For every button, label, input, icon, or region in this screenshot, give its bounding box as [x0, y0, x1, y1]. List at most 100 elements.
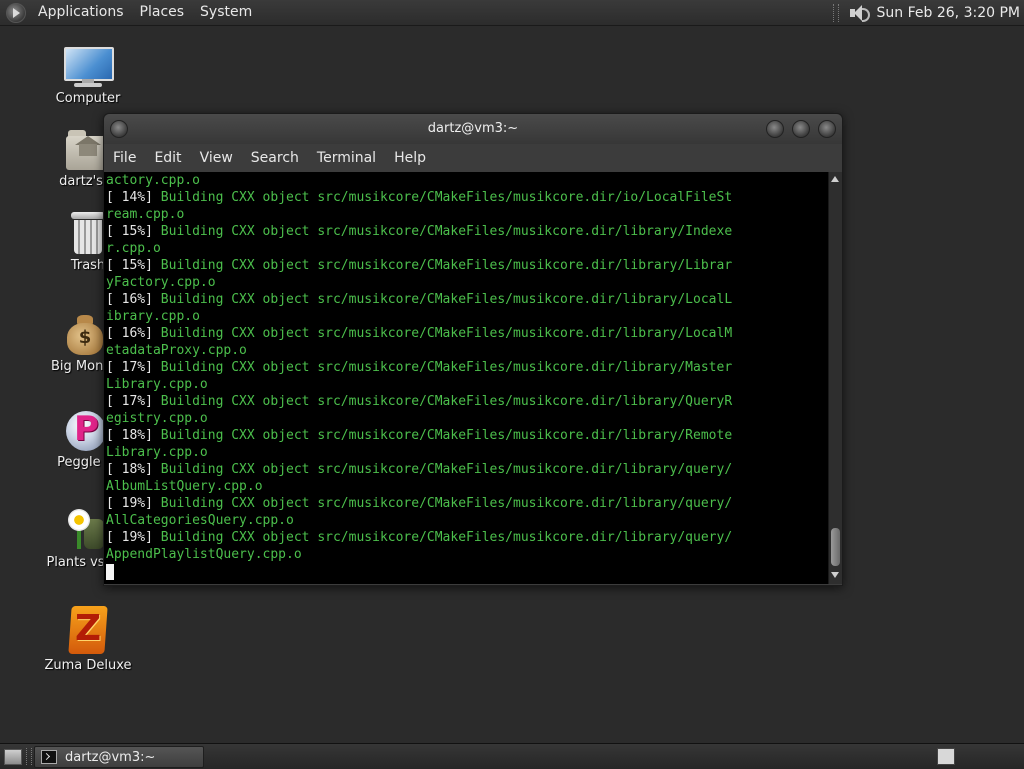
terminal-line: [ 19%] Building CXX object src/musikcore… — [106, 495, 732, 512]
terminal-line: egistry.cpp.o — [106, 410, 732, 427]
menu-search[interactable]: Search — [242, 144, 308, 172]
panel-handle — [832, 3, 839, 22]
terminal-output: actory.cpp.o[ 14%] Building CXX object s… — [106, 172, 732, 563]
terminal-line: AllCategoriesQuery.cpp.o — [106, 512, 732, 529]
panel-handle — [26, 748, 32, 765]
terminal-line-text: AppendPlaylistQuery.cpp.o — [106, 547, 302, 562]
computer-icon — [64, 47, 114, 87]
terminal-line: AppendPlaylistQuery.cpp.o — [106, 546, 732, 563]
terminal-line-text: ibrary.cpp.o — [106, 309, 200, 324]
terminal-line: [ 16%] Building CXX object src/musikcore… — [106, 325, 732, 342]
terminal-line: [ 15%] Building CXX object src/musikcore… — [106, 257, 732, 274]
terminal-line: r.cpp.o — [106, 240, 732, 257]
desktop-icon-label: Zuma Deluxe — [44, 658, 132, 673]
terminal-line: actory.cpp.o — [106, 172, 732, 189]
terminal-line: yFactory.cpp.o — [106, 274, 732, 291]
terminal-line-text: Building CXX object src/musikcore/CMakeF… — [152, 224, 733, 239]
build-progress-percent: [ 17%] — [106, 394, 153, 409]
menu-help[interactable]: Help — [385, 144, 435, 172]
desktop-icon-label: Computer — [55, 91, 121, 106]
terminal-menubar: File Edit View Search Terminal Help — [104, 144, 842, 172]
terminal-line: ream.cpp.o — [106, 206, 732, 223]
window-titlebar[interactable]: dartz@vm3:~ — [104, 114, 842, 144]
menu-view[interactable]: View — [191, 144, 242, 172]
terminal-line: [ 16%] Building CXX object src/musikcore… — [106, 291, 732, 308]
terminal-line-text: Building CXX object src/musikcore/CMakeF… — [152, 496, 733, 511]
workspace-switcher[interactable] — [937, 748, 955, 765]
terminal-icon — [41, 750, 57, 764]
terminal-line: ibrary.cpp.o — [106, 308, 732, 325]
scroll-down-arrow-icon[interactable] — [831, 572, 839, 578]
bottom-panel: dartz@vm3:~ — [0, 743, 1024, 769]
maximize-button[interactable] — [792, 120, 810, 138]
build-progress-percent: [ 16%] — [106, 326, 153, 341]
desktop-icon-zuma[interactable]: Z Zuma Deluxe — [38, 606, 138, 673]
build-progress-percent: [ 18%] — [106, 428, 153, 443]
terminal-line-text: Building CXX object src/musikcore/CMakeF… — [152, 258, 733, 273]
terminal-line-text: Building CXX object src/musikcore/CMakeF… — [152, 360, 733, 375]
terminal-line-text: actory.cpp.o — [106, 173, 200, 188]
terminal-line: Library.cpp.o — [106, 444, 732, 461]
build-progress-percent: [ 18%] — [106, 462, 153, 477]
taskbar-item-label: dartz@vm3:~ — [65, 749, 156, 765]
money-bag-icon: $ — [65, 313, 105, 355]
terminal-line: AlbumListQuery.cpp.o — [106, 478, 732, 495]
build-progress-percent: [ 15%] — [106, 224, 153, 239]
close-button[interactable] — [818, 120, 836, 138]
build-progress-percent: [ 15%] — [106, 258, 153, 273]
terminal-line: [ 18%] Building CXX object src/musikcore… — [106, 427, 732, 444]
plants-vs-zombies-icon — [66, 507, 106, 551]
terminal-line-text: etadataProxy.cpp.o — [106, 343, 247, 358]
terminal-line: [ 17%] Building CXX object src/musikcore… — [106, 393, 732, 410]
terminal-cursor — [106, 564, 114, 580]
menu-terminal[interactable]: Terminal — [308, 144, 385, 172]
terminal-line: [ 18%] Building CXX object src/musikcore… — [106, 461, 732, 478]
terminal-line: etadataProxy.cpp.o — [106, 342, 732, 359]
build-progress-percent: [ 16%] — [106, 292, 153, 307]
build-progress-percent: [ 19%] — [106, 496, 153, 511]
clock[interactable]: Sun Feb 26, 3:20 PM — [877, 5, 1024, 21]
terminal-line: [ 17%] Building CXX object src/musikcore… — [106, 359, 732, 376]
terminal-scrollbar[interactable] — [828, 172, 842, 584]
desktop-icon-computer[interactable]: Computer — [38, 47, 138, 106]
terminal-output-area[interactable]: actory.cpp.o[ 14%] Building CXX object s… — [104, 172, 828, 584]
peggle-icon: P — [66, 407, 106, 451]
terminal-line-text: Building CXX object src/musikcore/CMakeF… — [152, 190, 733, 205]
window-title: dartz@vm3:~ — [427, 121, 519, 136]
terminal-line-text: Library.cpp.o — [106, 445, 208, 460]
build-progress-percent: [ 17%] — [106, 360, 153, 375]
terminal-line-text: Building CXX object src/musikcore/CMakeF… — [152, 530, 733, 545]
terminal-line-text: AllCategoriesQuery.cpp.o — [106, 513, 294, 528]
places-menu[interactable]: Places — [132, 0, 193, 25]
show-desktop-icon[interactable] — [4, 749, 22, 765]
terminal-line-text: Library.cpp.o — [106, 377, 208, 392]
build-progress-percent: [ 19%] — [106, 530, 153, 545]
terminal-line-text: yFactory.cpp.o — [106, 275, 216, 290]
system-menu[interactable]: System — [192, 0, 260, 25]
build-progress-percent: [ 14%] — [106, 190, 153, 205]
scroll-up-arrow-icon[interactable] — [831, 176, 839, 182]
minimize-button[interactable] — [766, 120, 784, 138]
top-panel: Applications Places System Sun Feb 26, 3… — [0, 0, 1024, 26]
terminal-line-text: egistry.cpp.o — [106, 411, 208, 426]
terminal-line: [ 14%] Building CXX object src/musikcore… — [106, 189, 732, 206]
terminal-line-text: AlbumListQuery.cpp.o — [106, 479, 263, 494]
terminal-line-text: Building CXX object src/musikcore/CMakeF… — [152, 428, 733, 443]
terminal-line-text: r.cpp.o — [106, 241, 161, 256]
taskbar-item-terminal[interactable]: dartz@vm3:~ — [34, 746, 204, 768]
terminal-line-text: Building CXX object src/musikcore/CMakeF… — [152, 394, 733, 409]
terminal-window[interactable]: dartz@vm3:~ File Edit View Search Termin… — [103, 113, 843, 586]
zuma-icon: Z — [68, 606, 108, 654]
volume-icon[interactable] — [847, 3, 870, 23]
scrollbar-thumb[interactable] — [831, 528, 840, 566]
terminal-line-text: ream.cpp.o — [106, 207, 185, 222]
terminal-line: [ 19%] Building CXX object src/musikcore… — [106, 529, 732, 546]
terminal-line-text: Building CXX object src/musikcore/CMakeF… — [152, 326, 733, 341]
terminal-line: [ 15%] Building CXX object src/musikcore… — [106, 223, 732, 240]
menu-edit[interactable]: Edit — [145, 144, 190, 172]
terminal-line-text: Building CXX object src/musikcore/CMakeF… — [152, 462, 733, 477]
terminal-line: Library.cpp.o — [106, 376, 732, 393]
menu-file[interactable]: File — [104, 144, 145, 172]
applications-menu[interactable]: Applications — [30, 0, 132, 25]
gnome-menu-icon[interactable] — [6, 2, 26, 23]
